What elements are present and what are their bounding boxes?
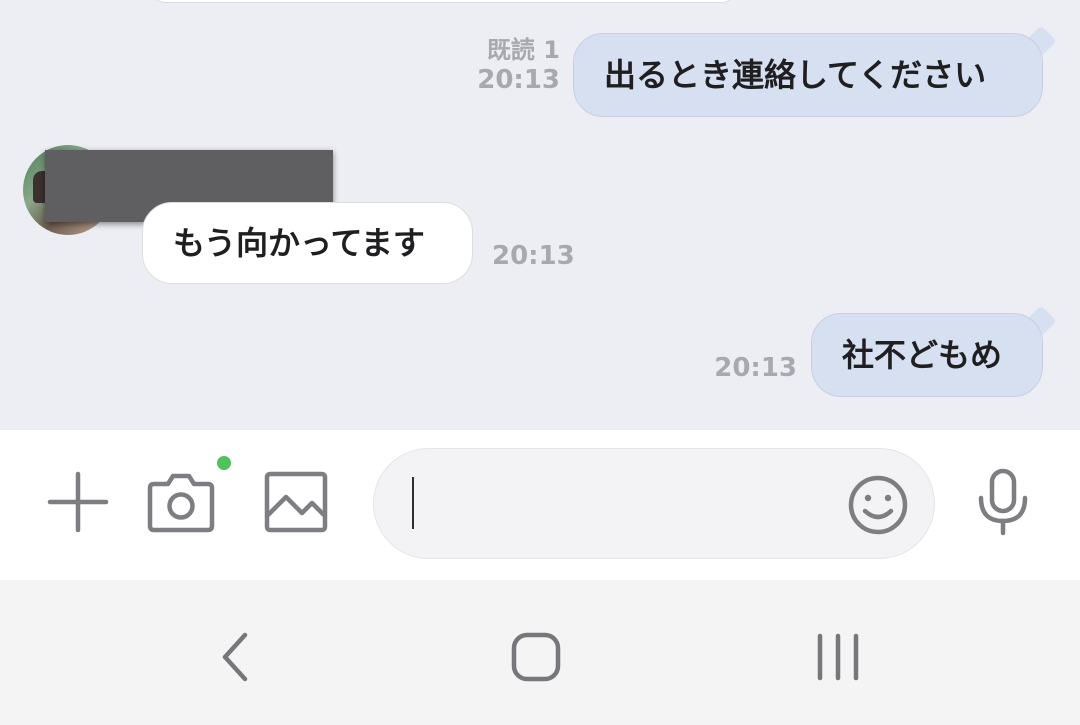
chat-message-area[interactable]: 既読 1 20:13 出るとき連絡してください もう向かってます 20:13 2… bbox=[0, 0, 1080, 430]
image-icon bbox=[262, 469, 330, 535]
gallery-button[interactable] bbox=[258, 466, 334, 538]
notification-dot bbox=[217, 456, 231, 470]
emoji-icon bbox=[847, 474, 909, 536]
read-receipt: 既読 1 bbox=[486, 36, 560, 64]
microphone-button[interactable] bbox=[970, 466, 1036, 538]
camera-icon bbox=[146, 470, 216, 534]
home-button[interactable] bbox=[500, 620, 572, 694]
message-text: 出るとき連絡してください bbox=[604, 56, 987, 94]
outgoing-message-bubble[interactable]: 出るとき連絡してください bbox=[573, 33, 1043, 117]
text-cursor bbox=[412, 477, 414, 529]
microphone-icon bbox=[975, 468, 1031, 536]
recents-icon bbox=[812, 631, 864, 683]
message-text: 社不どもめ bbox=[842, 336, 1003, 374]
home-icon bbox=[508, 629, 564, 685]
recents-button[interactable] bbox=[800, 620, 876, 694]
message-input[interactable] bbox=[414, 449, 838, 559]
outgoing-message-bubble[interactable]: 社不どもめ bbox=[811, 313, 1043, 397]
message-text: もう向かってます bbox=[173, 224, 425, 262]
back-icon bbox=[215, 629, 255, 685]
message-timestamp: 20:13 bbox=[714, 353, 797, 383]
plus-button[interactable] bbox=[42, 466, 114, 538]
message-meta: 既読 1 20:13 bbox=[470, 36, 560, 96]
message-timestamp: 20:13 bbox=[492, 241, 575, 271]
plus-icon bbox=[46, 470, 110, 534]
back-button[interactable] bbox=[200, 620, 270, 694]
previous-message-bubble-edge bbox=[150, 0, 737, 3]
camera-button[interactable] bbox=[143, 466, 219, 538]
incoming-message-bubble[interactable]: もう向かってます bbox=[142, 202, 473, 284]
message-timestamp: 20:13 bbox=[477, 64, 560, 95]
emoji-button[interactable] bbox=[845, 472, 911, 538]
